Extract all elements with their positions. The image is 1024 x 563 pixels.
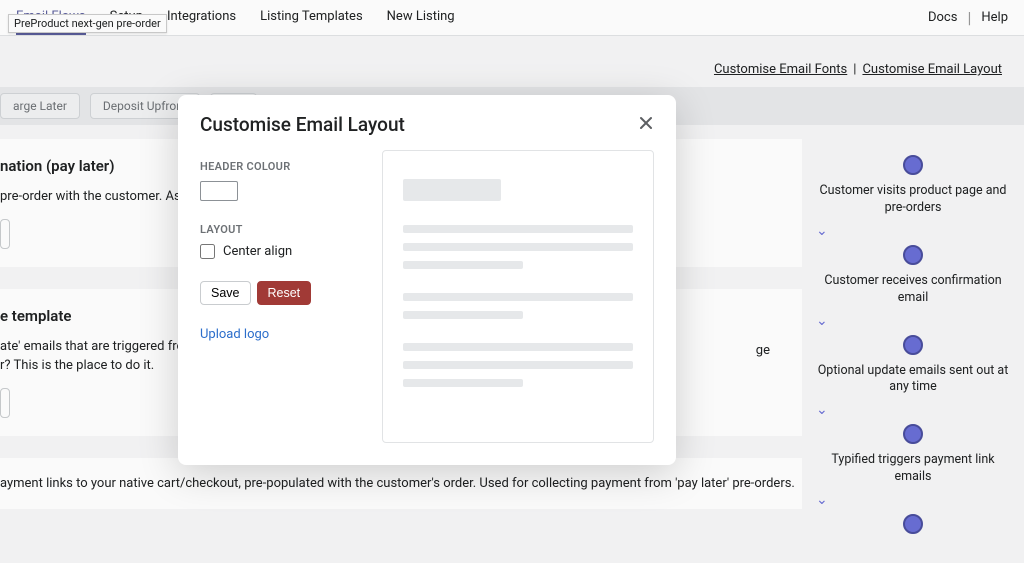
- preview-line: [403, 379, 523, 387]
- upload-logo-link[interactable]: Upload logo: [200, 327, 360, 342]
- preview-line: [403, 361, 633, 369]
- layout-label: LAYOUT: [200, 223, 360, 236]
- header-colour-swatch[interactable]: [200, 181, 238, 201]
- center-align-checkbox[interactable]: [200, 244, 215, 259]
- preview-line: [403, 243, 633, 251]
- preview-line: [403, 225, 633, 233]
- preview-line: [403, 311, 523, 319]
- preview-title-skeleton: [403, 179, 501, 201]
- save-button[interactable]: Save: [200, 281, 251, 305]
- close-icon[interactable]: [638, 115, 654, 135]
- preview-line: [403, 261, 523, 269]
- center-align-label: Center align: [223, 244, 292, 259]
- email-preview: [382, 150, 654, 443]
- header-colour-label: HEADER COLOUR: [200, 160, 360, 173]
- customise-email-layout-modal: Customise Email Layout HEADER COLOUR LAY…: [178, 95, 676, 465]
- preview-line: [403, 293, 633, 301]
- modal-title: Customise Email Layout: [200, 113, 405, 136]
- reset-button[interactable]: Reset: [257, 281, 312, 305]
- preview-line: [403, 343, 633, 351]
